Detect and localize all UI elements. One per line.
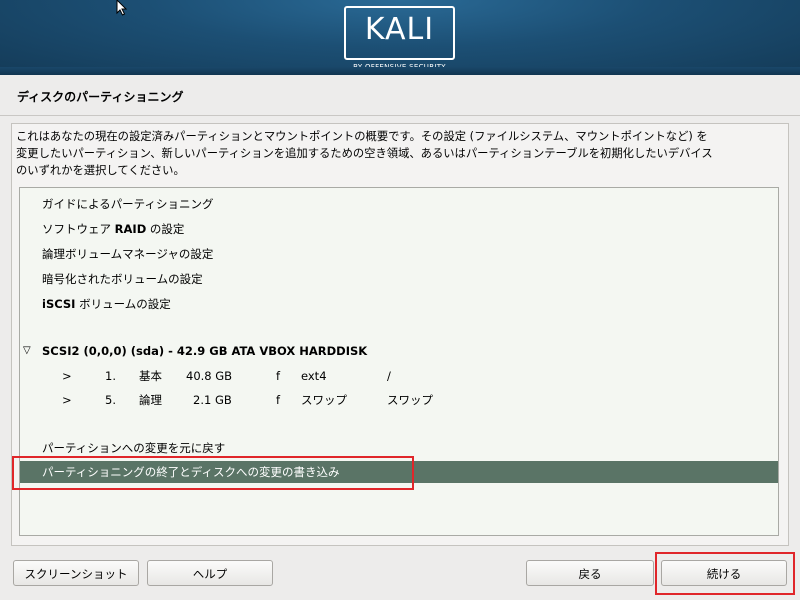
- highlight-box-continue: [655, 552, 795, 595]
- highlight-box-finish: [12, 456, 414, 490]
- list-item-guided-partitioning[interactable]: ガイドによるパーティショニング: [20, 193, 778, 215]
- partition-size: 2.1 GB: [193, 393, 232, 407]
- list-item-disk-sda[interactable]: ▽ SCSI2 (0,0,0) (sda) - 42.9 GB ATA VBOX…: [20, 340, 778, 362]
- partition-type: 論理: [139, 393, 162, 407]
- kali-logo-text: KALI: [364, 12, 435, 47]
- raid-prefix: ソフトウェア: [42, 222, 115, 236]
- partition-filesystem: スワップ: [301, 393, 347, 407]
- kali-logo: KALI BY OFFENSIVE SECURITY: [344, 6, 455, 71]
- list-item-software-raid[interactable]: ソフトウェア RAID の設定: [20, 218, 778, 240]
- help-button[interactable]: ヘルプ: [147, 560, 273, 586]
- screenshot-button[interactable]: スクリーンショット: [13, 560, 139, 586]
- expand-triangle-icon: ▽: [23, 345, 31, 356]
- iscsi-suffix: ボリュームの設定: [75, 297, 171, 311]
- partition-flag: f: [276, 393, 281, 407]
- title-divider: [0, 115, 800, 116]
- list-item-label: ソフトウェア RAID の設定: [42, 218, 184, 240]
- list-item-label: ガイドによるパーティショニング: [42, 197, 214, 211]
- partition-mountpoint: スワップ: [387, 393, 433, 407]
- partition-filesystem: ext4: [301, 369, 327, 383]
- back-button[interactable]: 戻る: [526, 560, 654, 586]
- partition-row-5[interactable]: > 5. 論理 2.1 GB f スワップ スワップ: [20, 389, 778, 411]
- list-item-encrypted-volumes[interactable]: 暗号化されたボリュームの設定: [20, 268, 778, 290]
- description-line: 変更したいパーティション、新しいパーティションを追加するための空き領域、あるいは…: [16, 147, 713, 160]
- partition-number: 1.: [105, 369, 116, 383]
- list-item-lvm[interactable]: 論理ボリュームマネージャの設定: [20, 243, 778, 265]
- iscsi-bold: iSCSI: [42, 297, 76, 311]
- list-item-label: 論理ボリュームマネージャの設定: [42, 247, 214, 261]
- mouse-pointer-icon: [116, 0, 128, 16]
- disk-label: SCSI2 (0,0,0) (sda) - 42.9 GB ATA VBOX H…: [42, 344, 368, 358]
- description-text: これはあなたの現在の設定済みパーティションとマウントポイントの概要です。その設定…: [16, 128, 786, 179]
- partition-arrow-icon: >: [62, 393, 72, 407]
- list-item-label: iSCSI ボリュームの設定: [42, 293, 171, 315]
- partition-number: 5.: [105, 393, 116, 407]
- raid-bold: RAID: [114, 222, 147, 236]
- partition-type: 基本: [139, 369, 162, 383]
- partition-mountpoint: /: [387, 369, 391, 383]
- banner-stripe: [0, 67, 800, 75]
- partition-flag: f: [276, 369, 281, 383]
- partition-size: 40.8 GB: [186, 369, 233, 383]
- description-line: のいずれかを選択してください。: [16, 164, 185, 177]
- partition-row-1[interactable]: > 1. 基本 40.8 GB f ext4 /: [20, 365, 778, 387]
- raid-suffix: の設定: [146, 222, 185, 236]
- list-item-label: 暗号化されたボリュームの設定: [42, 272, 203, 286]
- partition-arrow-icon: >: [62, 369, 72, 383]
- list-item-iscsi[interactable]: iSCSI ボリュームの設定: [20, 293, 778, 315]
- page-title: ディスクのパーティショニング: [17, 90, 184, 104]
- description-line: これはあなたの現在の設定済みパーティションとマウントポイントの概要です。その設定…: [16, 130, 708, 143]
